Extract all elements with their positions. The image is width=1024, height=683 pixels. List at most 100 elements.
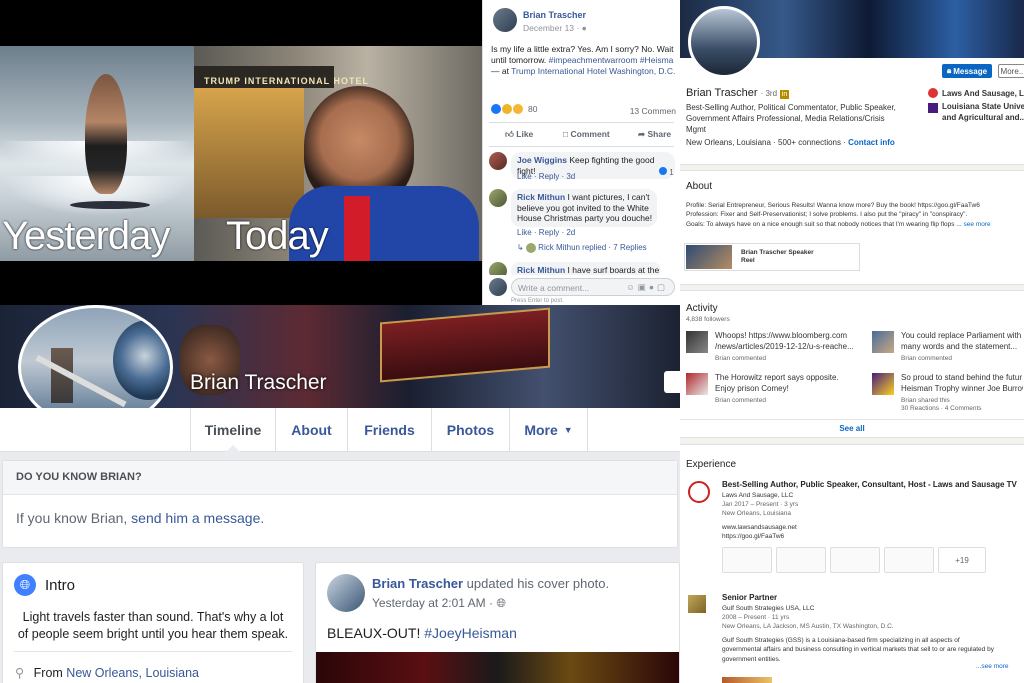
linkedin-activity-card: Activity 4,838 followers Whoops! https:/… — [680, 290, 1024, 438]
hashtag-link[interactable]: #JoeyHeisman — [424, 625, 517, 641]
hashtags-link[interactable]: #impeachmentwarroom #Heisma — [549, 55, 674, 65]
write-comment-input[interactable]: Write a comment... ☺▣●▢ — [511, 278, 675, 296]
like-button[interactable]: 👍︎ Like — [505, 129, 533, 140]
comment-author[interactable]: Joe Wiggins — [517, 155, 567, 165]
media-tile[interactable] — [830, 547, 880, 573]
activity-item[interactable]: So proud to stand behind the futur Heism… — [901, 373, 1023, 414]
comment-count[interactable]: 13 Commen — [630, 106, 676, 116]
experience-title[interactable]: Best-Selling Author, Public Speaker, Con… — [722, 479, 1017, 491]
media-tile[interactable] — [722, 547, 772, 573]
comment-tool-icons[interactable]: ☺▣●▢ — [626, 282, 668, 293]
enter-hint: Press Enter to post. — [511, 298, 564, 304]
write-comment-placeholder: Write a comment... — [518, 283, 590, 293]
media-tile[interactable] — [776, 547, 826, 573]
replies-link[interactable]: ↳ Rick Mithun replied · 7 Replies — [517, 243, 647, 253]
reaction-count: 80 — [528, 104, 538, 114]
replies-text: Rick Mithun replied · 7 Replies — [538, 243, 647, 253]
comment-button[interactable]: □ Comment — [563, 129, 610, 139]
activity-heading: Activity — [686, 303, 718, 314]
speech-bubble-icon: □ — [563, 129, 569, 139]
linkedin-avatar[interactable] — [688, 6, 760, 78]
tab-photos[interactable]: Photos — [432, 408, 510, 452]
activity-reactions: 30 Reactions · 4 Comments — [901, 405, 982, 413]
comment-actions[interactable]: Like · Reply · 2d — [517, 228, 575, 237]
see-more-link[interactable]: see more — [964, 221, 991, 228]
activity-meta: Brian commented — [901, 354, 952, 362]
post-text-line: Is my life a little extra? Yes. Am I sor… — [491, 44, 674, 54]
activity-line: /news/articles/2019-12-12/u-s-reache... — [715, 341, 854, 351]
location-link[interactable]: Trump International Hotel Washington, D.… — [511, 66, 675, 76]
avatar[interactable] — [489, 152, 507, 170]
reply-arrow-icon: ↳ — [517, 243, 524, 253]
media-reel-card[interactable]: Brian Trascher Speaker Reel — [684, 243, 860, 271]
activity-item[interactable]: You could replace Parliament with many w… — [901, 331, 1023, 363]
intro-heading: Intro — [45, 577, 76, 594]
hotel-sign: TRUMP INTERNATIONAL HOTEL — [204, 76, 369, 86]
comment-actions[interactable]: Like · Reply · 3d — [517, 172, 575, 181]
school[interactable]: Louisiana State Universi and Agricultura… — [942, 102, 1024, 124]
connections-count[interactable]: · 500+ connections · — [773, 138, 846, 147]
experience-description: governmental affairs and business consul… — [722, 646, 994, 654]
more-media-tile[interactable]: +19 — [938, 547, 986, 573]
comment-likes: 1 — [669, 168, 674, 177]
activity-item[interactable]: Whoops! https://www.bloomberg.com /news/… — [715, 331, 854, 363]
hometown-row: ⚲ From New Orleans, Louisiana — [15, 665, 199, 680]
more-button[interactable]: More... — [998, 64, 1024, 78]
experience-title[interactable]: Senior Partner — [722, 592, 994, 604]
experience-description: government entities. — [722, 655, 781, 663]
post-time: Yesterday at 2:01 AM · — [372, 596, 493, 610]
comment-author[interactable]: Rick Mithun — [517, 192, 565, 202]
avatar[interactable] — [493, 8, 517, 32]
avatar[interactable] — [489, 189, 507, 207]
comment-text: I have surf boards at the — [567, 265, 660, 275]
post-body: BLEAUX-OUT! #JoeyHeisman — [327, 625, 517, 641]
avatar — [489, 278, 507, 296]
experience-url[interactable]: www.lawsandsausage.net — [722, 523, 1017, 532]
post-timestamp[interactable]: Yesterday at 2:01 AM · 🌐︎ — [372, 596, 506, 611]
linkedin-profile: 🔒︎ Message More... Brian Trascher · 3rd i… — [680, 0, 1024, 683]
period: . — [260, 510, 265, 526]
see-more-link[interactable]: ...see more — [976, 663, 1009, 670]
share-button[interactable]: ➦ Share — [638, 129, 671, 140]
activity-line: Enjoy prison Comey! — [715, 383, 789, 393]
profile-name[interactable]: Brian Trascher — [190, 371, 327, 395]
tab-about[interactable]: About — [276, 408, 348, 452]
do-you-know-label: If you know Brian, — [16, 510, 128, 526]
contact-info-link[interactable]: Contact info — [848, 138, 895, 147]
experience-url[interactable]: https://goo.gl/FaaTw6 — [722, 532, 1017, 541]
comment-like-count: 1 — [659, 167, 674, 177]
comment-label: Comment — [570, 129, 610, 139]
red-tie — [344, 196, 370, 261]
tab-friends[interactable]: Friends — [348, 408, 432, 452]
message-button[interactable]: 🔒︎ Message — [942, 64, 992, 78]
activity-item[interactable]: The Horowitz report says opposite. Enjoy… — [715, 373, 839, 405]
linkedin-location-row: New Orleans, Louisiana · 500+ connection… — [686, 138, 895, 147]
location-prefix: — at — [491, 66, 512, 77]
current-company[interactable]: Laws And Sausage, LLC — [942, 89, 1024, 98]
post-author[interactable]: Brian Trascher — [523, 10, 586, 20]
reaction-summary[interactable]: 80 — [491, 104, 537, 114]
comment-author[interactable]: Rick Mithun — [517, 265, 565, 275]
post-cover-photo[interactable] — [316, 652, 679, 683]
meme-yesterday-caption: Yesterday — [2, 214, 170, 258]
headline-line: Government Affairs Professional, Media R… — [686, 113, 885, 123]
media-tile[interactable] — [884, 547, 934, 573]
media-tile[interactable] — [722, 677, 772, 683]
school-line: Louisiana State Universi — [942, 102, 1024, 111]
tab-more[interactable]: More ▼ — [510, 408, 588, 452]
connection-degree: · 3rd — [760, 89, 778, 98]
send-message-link[interactable]: send him a message — [131, 510, 260, 526]
globe-icon: ● — [581, 23, 587, 33]
experience-heading: Experience — [686, 459, 737, 470]
do-you-know-heading: DO YOU KNOW BRIAN? — [16, 471, 142, 483]
cover-camera-button[interactable] — [664, 371, 680, 393]
see-all-link[interactable]: See all — [680, 424, 1024, 433]
headline-line: Best-Selling Author, Political Commentat… — [686, 103, 896, 112]
avatar[interactable] — [327, 574, 365, 612]
hometown-link[interactable]: New Orleans, Louisiana — [66, 666, 199, 680]
activity-thumbnail — [686, 373, 708, 395]
school-logo-icon — [928, 103, 938, 113]
thumbs-up-icon: 👍︎ — [505, 129, 514, 139]
post-author[interactable]: Brian Trascher — [372, 576, 463, 591]
activity-thumbnail — [872, 373, 894, 395]
